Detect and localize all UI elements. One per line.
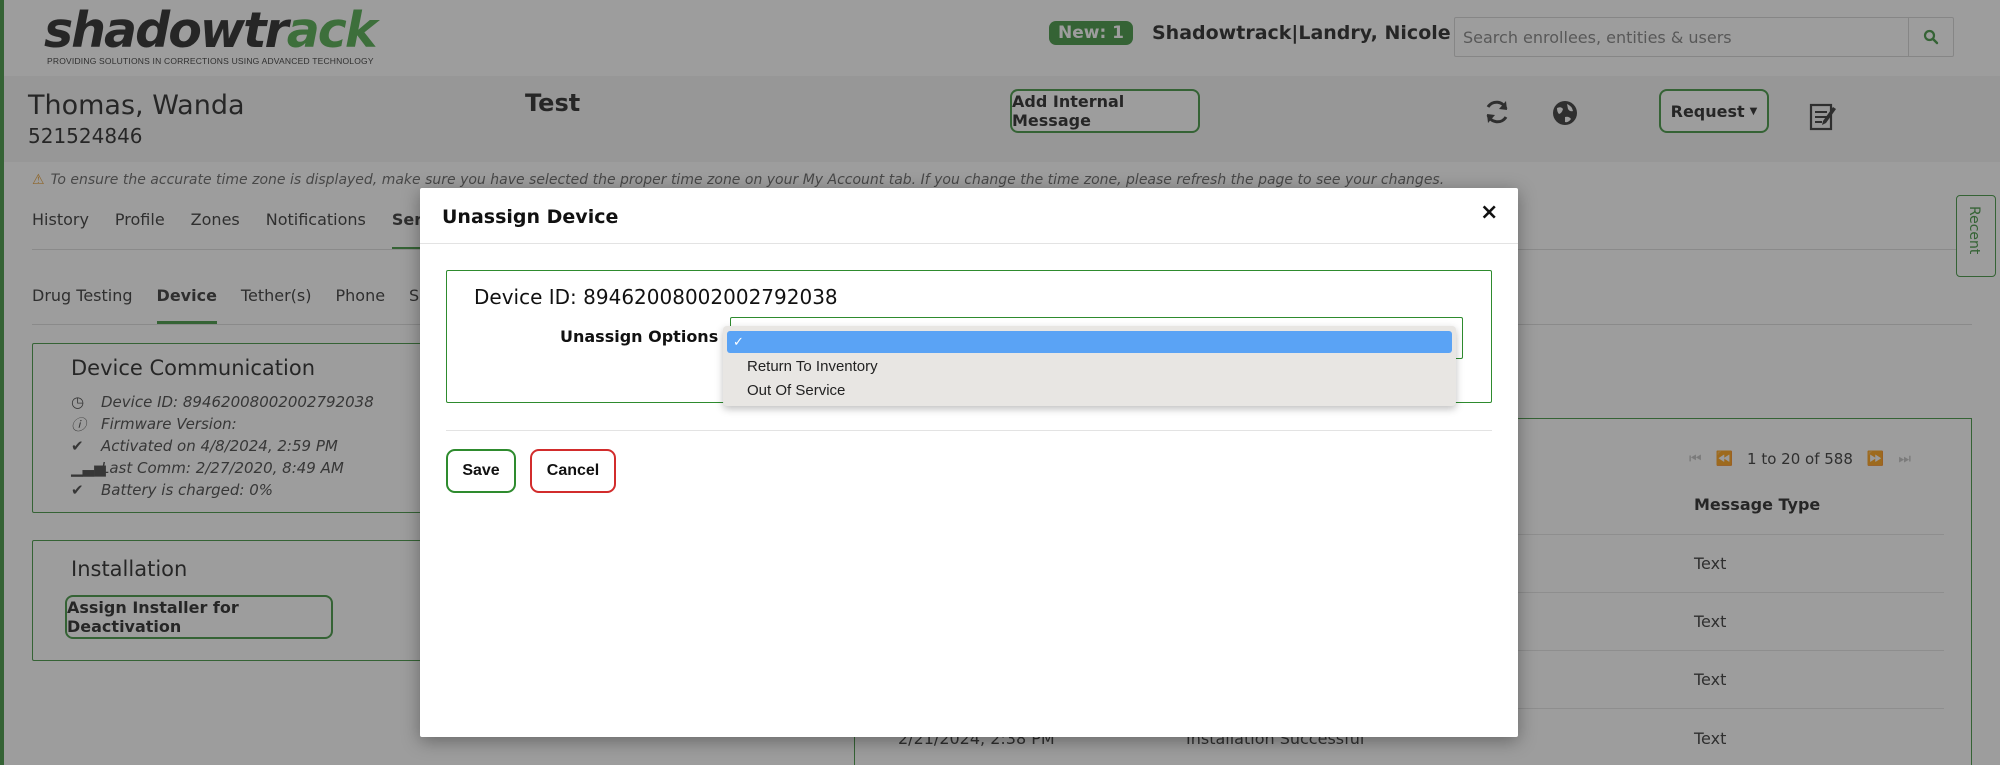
unassign-options-dropdown: ✓ Return To Inventory Out Of Service xyxy=(723,326,1456,406)
unassign-device-modal: Unassign Device × Device ID: 89462008002… xyxy=(420,188,1518,737)
cancel-button[interactable]: Cancel xyxy=(530,449,616,493)
option-empty[interactable]: ✓ xyxy=(727,331,1452,353)
option-out-of-service[interactable]: Out Of Service xyxy=(727,379,1452,401)
unassign-options-label: Unassign Options xyxy=(560,327,719,346)
modal-footer-divider xyxy=(446,430,1492,431)
modal-header-divider xyxy=(420,243,1518,244)
option-return-to-inventory[interactable]: Return To Inventory xyxy=(727,355,1452,377)
close-icon[interactable]: × xyxy=(1480,200,1498,225)
save-button[interactable]: Save xyxy=(446,449,516,493)
modal-title: Unassign Device xyxy=(442,206,619,228)
modal-device-id: Device ID: 89462008002002792038 xyxy=(474,285,838,309)
check-icon: ✓ xyxy=(733,334,744,349)
